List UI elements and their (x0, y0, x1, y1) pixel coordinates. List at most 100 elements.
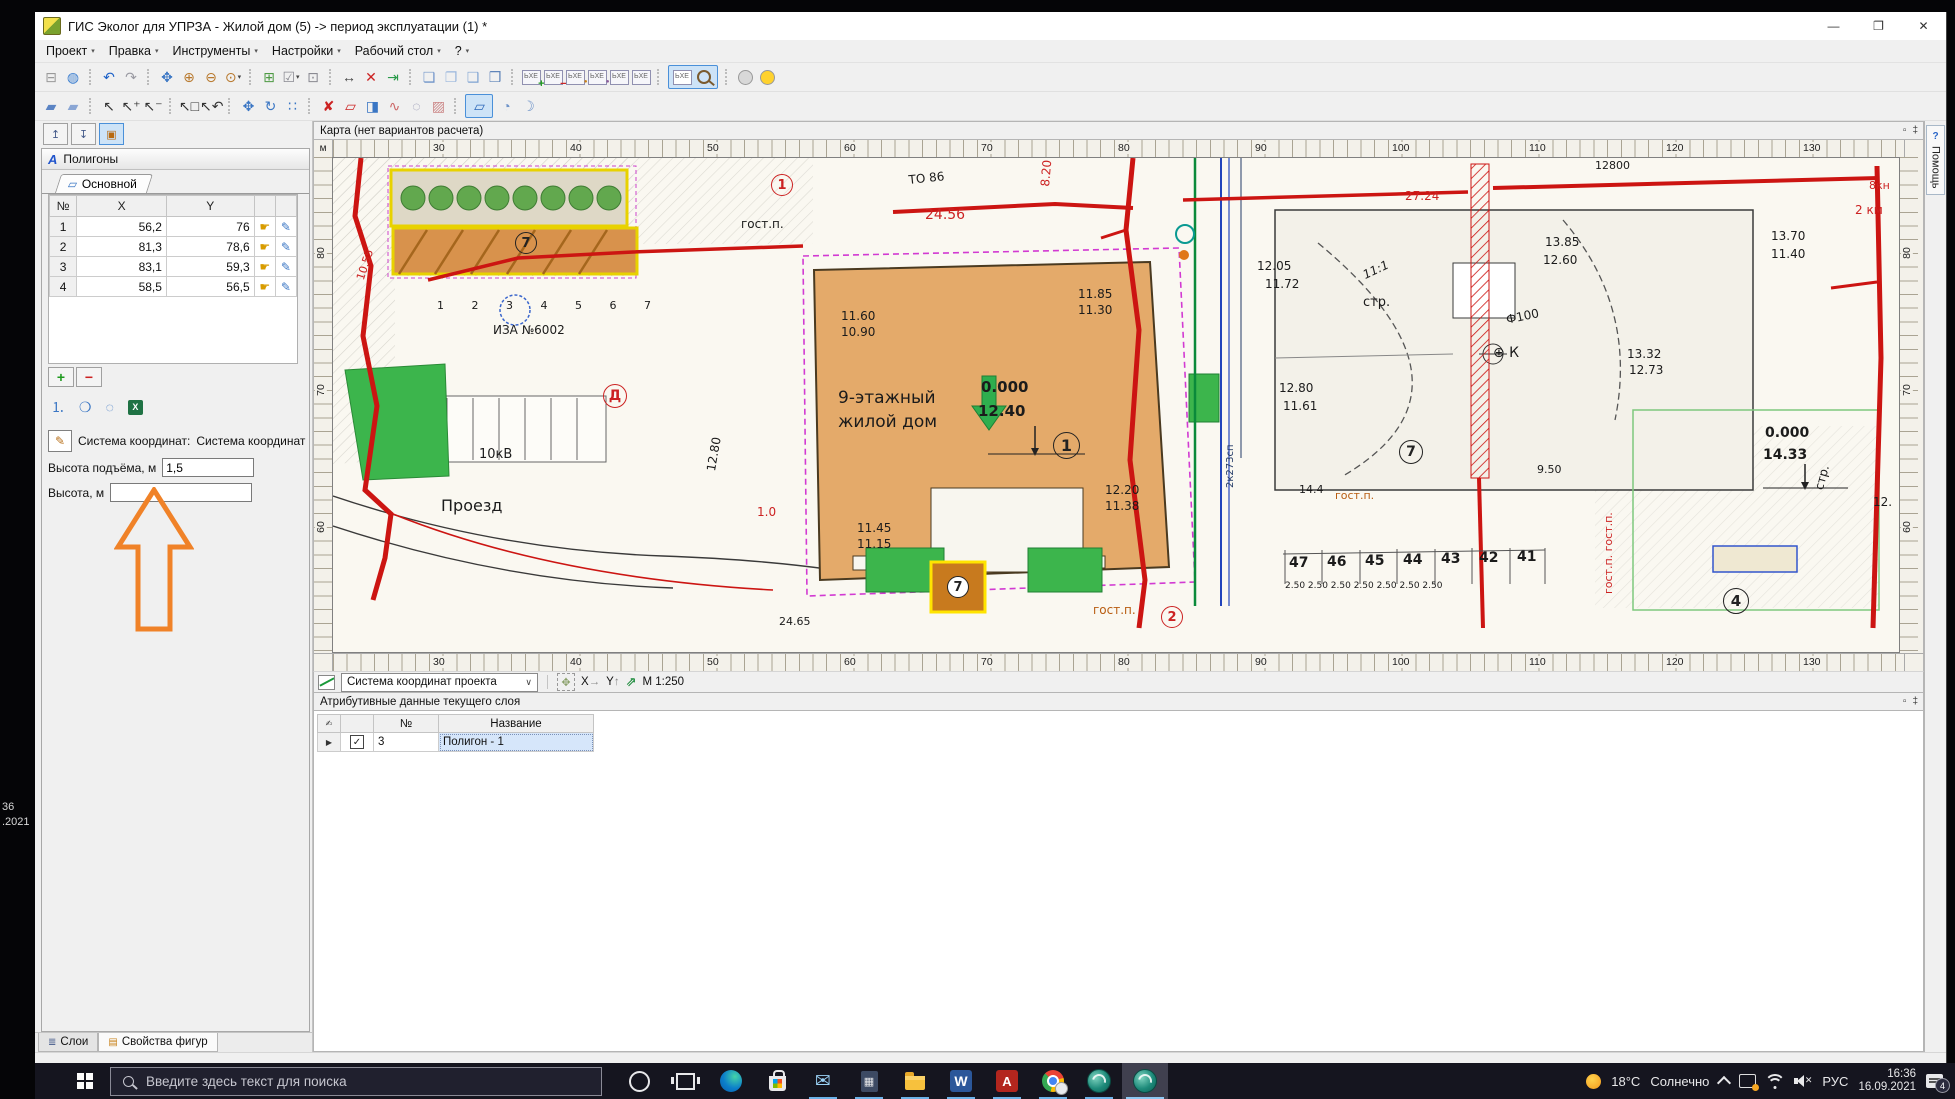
freehand-icon[interactable]: ∿ (383, 95, 405, 117)
weather-desc[interactable]: Солнечно (1650, 1074, 1709, 1089)
volume-muted-icon[interactable]: ✕ (1794, 1075, 1812, 1087)
task-view-icon[interactable] (662, 1063, 708, 1099)
redo-icon[interactable]: ↷ (120, 66, 142, 88)
layers-icon[interactable]: ▰ (62, 95, 84, 117)
explorer-icon[interactable] (892, 1063, 938, 1099)
layer-dim-icon[interactable] (734, 66, 756, 88)
add-object-icon[interactable]: ⊞ (258, 66, 280, 88)
attr-num-cell[interactable]: 3 (374, 733, 439, 752)
cut-polygon-icon[interactable]: ▱ (339, 95, 361, 117)
pick-point-icon[interactable]: ☛ (254, 237, 275, 257)
pick-point-icon[interactable]: ☛ (254, 277, 275, 297)
rotate-arc-icon[interactable]: ◔ (495, 95, 517, 117)
offset-icon[interactable]: ◨ (361, 95, 383, 117)
map-pin-icon[interactable]: ‡ (1912, 125, 1918, 136)
select-add-icon[interactable]: ↖⁺ (120, 95, 142, 117)
point-y-value[interactable]: 56,5 (166, 277, 254, 297)
attributes-pin-icon[interactable]: ‡ (1912, 696, 1918, 707)
store-icon[interactable] (754, 1063, 800, 1099)
rotate-shape-icon[interactable]: ↻ (259, 95, 281, 117)
shape-subtract-icon[interactable]: ❑ (462, 66, 484, 88)
print-icon[interactable]: ⊟ (40, 66, 62, 88)
ecolog-active-icon[interactable] (1122, 1063, 1168, 1099)
zoom-select-icon[interactable]: ⊙▾ (222, 66, 244, 88)
select-previous-icon[interactable]: ↖↶ (200, 95, 223, 117)
draw-polygon-icon[interactable]: ▱ (468, 95, 490, 117)
start-button[interactable] (62, 1063, 108, 1099)
select-icon[interactable]: ↖ (98, 95, 120, 117)
calculator-icon[interactable]: ▦ (846, 1063, 892, 1099)
ellipse-tool-icon[interactable]: ◌ (405, 95, 427, 117)
eraser-icon[interactable]: ▰ (40, 95, 62, 117)
coordinate-system-select[interactable]: Система координат проекта ∨ (341, 673, 538, 692)
measure-icon[interactable]: ↔ (338, 66, 360, 88)
taskbar-search[interactable] (110, 1067, 602, 1096)
smooth-points-icon[interactable]: ◌ (106, 399, 114, 415)
tab-main-contour[interactable]: ▱ Основной (55, 174, 153, 193)
tray-expand-icon[interactable] (1717, 1076, 1731, 1090)
zoom-in-icon[interactable]: ⊕ (178, 66, 200, 88)
mail-icon[interactable]: ✉ (800, 1063, 846, 1099)
delete-shape-icon[interactable]: ✘ (317, 95, 339, 117)
point-x-value[interactable]: 83,1 (77, 257, 167, 277)
clock[interactable]: 16:36 16.09.2021 (1858, 1068, 1916, 1094)
layer-light-icon[interactable] (756, 66, 778, 88)
add-point-button[interactable]: + (48, 367, 74, 387)
visible-checkbox-cell[interactable]: ✓ (341, 733, 374, 752)
point-y-value[interactable]: 78,6 (166, 237, 254, 257)
pan-mode-icon[interactable]: ✥ (557, 673, 575, 691)
search-input[interactable] (144, 1073, 568, 1090)
menu-item-5[interactable]: ?▾ (448, 42, 476, 60)
label-list-icon[interactable]: ЬXЕ (671, 66, 693, 88)
label-visibility-icon[interactable]: ЬXЕ (564, 66, 586, 88)
point-y-value[interactable]: 59,3 (166, 257, 254, 277)
edit-point-icon[interactable]: ✎ (275, 277, 296, 297)
dock-up-button[interactable]: ↥ (43, 123, 68, 145)
move-shape-icon[interactable]: ✥ (237, 95, 259, 117)
minimize-button[interactable]: — (1811, 12, 1856, 40)
language-indicator[interactable]: РУС (1822, 1074, 1848, 1089)
acrobat-icon[interactable]: A (984, 1063, 1030, 1099)
measure-clear-icon[interactable]: ✕ (360, 66, 382, 88)
chrome-icon[interactable] (1030, 1063, 1076, 1099)
tab-shape-properties[interactable]: ▤Свойства фигур (98, 1033, 217, 1052)
pick-point-icon[interactable]: ☛ (254, 257, 275, 277)
dock-pin-button[interactable]: ▣ (99, 123, 124, 145)
menu-item-3[interactable]: Настройки▾ (265, 42, 348, 60)
cortana-icon[interactable] (616, 1063, 662, 1099)
close-button[interactable]: ✕ (1901, 12, 1946, 40)
profile-icon[interactable]: ⇥ (382, 66, 404, 88)
zoom-out-icon[interactable]: ⊖ (200, 66, 222, 88)
arc-tool-icon[interactable]: ☽ (517, 95, 539, 117)
label-none-icon[interactable]: ЬXЕ (630, 66, 652, 88)
height-lift-input[interactable] (162, 458, 254, 477)
select-by-layer-icon[interactable]: ↖□ (178, 95, 200, 117)
export-excel-icon[interactable]: X (128, 400, 143, 415)
word-icon[interactable]: W (938, 1063, 984, 1099)
attributes-dock-icon[interactable]: ▫ (1903, 696, 1907, 707)
menu-item-4[interactable]: Рабочий стол▾ (348, 42, 448, 60)
weather-sun-icon[interactable] (1586, 1074, 1601, 1089)
menu-item-0[interactable]: Проект▾ (39, 42, 102, 60)
tab-layers[interactable]: ≣Слои (38, 1033, 98, 1052)
shape-intersect-icon[interactable]: ❐ (440, 66, 462, 88)
menu-item-1[interactable]: Правка▾ (102, 42, 166, 60)
restore-button[interactable]: ❐ (1856, 12, 1901, 40)
select-subtract-icon[interactable]: ↖⁻ (142, 95, 164, 117)
point-y-value[interactable]: 76 (166, 217, 254, 237)
label-all-icon[interactable]: ЬXЕ (608, 66, 630, 88)
map-canvas[interactable]: ИЗА №60021 2 3 4 5 6 79-этажныйжилой дом… (332, 157, 1900, 653)
renumber-points-icon[interactable]: ⒈ (51, 397, 65, 417)
ecolog-icon[interactable] (1076, 1063, 1122, 1099)
weather-temp[interactable]: 18°C (1611, 1074, 1640, 1089)
point-x-value[interactable]: 56,2 (77, 217, 167, 237)
pan-add-icon[interactable]: ✥ (156, 66, 178, 88)
wifi-icon[interactable] (1766, 1074, 1784, 1088)
undo-icon[interactable]: ↶ (98, 66, 120, 88)
pick-object-icon[interactable]: ⊡ (302, 66, 324, 88)
help-tab[interactable]: ? Помощь (1926, 125, 1945, 195)
find-object-icon[interactable] (693, 66, 715, 88)
point-x-value[interactable]: 58,5 (77, 277, 167, 297)
menu-item-2[interactable]: Инструменты▾ (165, 42, 264, 60)
edit-point-icon[interactable]: ✎ (275, 237, 296, 257)
